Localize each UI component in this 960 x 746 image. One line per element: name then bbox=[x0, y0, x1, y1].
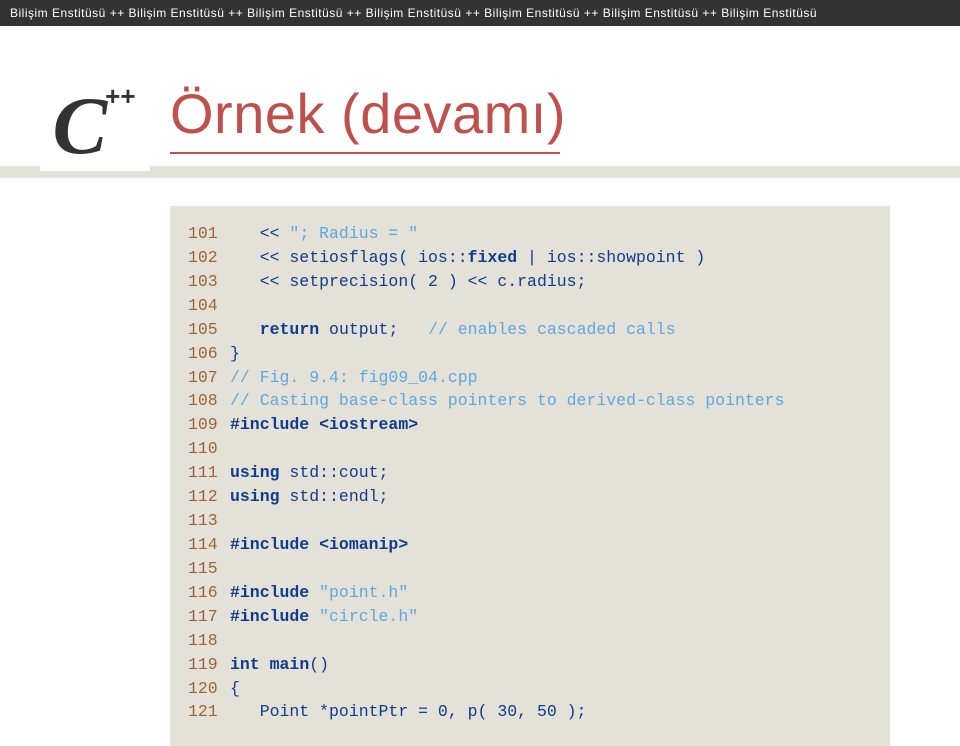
code-line: 111using std::cout; bbox=[188, 461, 872, 485]
code-line: 112using std::endl; bbox=[188, 485, 872, 509]
code-line: 120{ bbox=[188, 677, 872, 701]
line-number: 108 bbox=[188, 389, 230, 413]
code-segment: Point *pointPtr = 0, p( 30, 50 ); bbox=[230, 700, 586, 724]
line-number: 107 bbox=[188, 366, 230, 390]
code-segment: } bbox=[230, 342, 240, 366]
line-number: 105 bbox=[188, 318, 230, 342]
code-line: 108// Casting base-class pointers to der… bbox=[188, 389, 872, 413]
line-number: 113 bbox=[188, 509, 230, 533]
code-line: 103 << setprecision( 2 ) << c.radius; bbox=[188, 270, 872, 294]
logo-plusplus: ++ bbox=[105, 81, 135, 112]
code-segment: | ios::showpoint ) bbox=[517, 246, 705, 270]
code-segment: "; Radius = " bbox=[289, 222, 418, 246]
code-segment: main bbox=[270, 653, 310, 677]
code-line: 107// Fig. 9.4: fig09_04.cpp bbox=[188, 366, 872, 390]
code-segment: // Fig. 9.4: fig09_04.cpp bbox=[230, 366, 478, 390]
code-segment: output; bbox=[319, 318, 428, 342]
code-line: 121 Point *pointPtr = 0, p( 30, 50 ); bbox=[188, 700, 872, 724]
code-line: 118 bbox=[188, 629, 872, 653]
header-marquee: Bilişim Enstitüsü ++ Bilişim Enstitüsü +… bbox=[0, 0, 960, 26]
slide-title: Örnek (devamı) bbox=[170, 81, 670, 146]
title-underline bbox=[170, 152, 560, 154]
code-line: 119int main() bbox=[188, 653, 872, 677]
code-line: 115 bbox=[188, 557, 872, 581]
line-number: 110 bbox=[188, 437, 230, 461]
line-number: 106 bbox=[188, 342, 230, 366]
line-number: 104 bbox=[188, 294, 230, 318]
code-segment: fixed bbox=[468, 246, 518, 270]
line-number: 121 bbox=[188, 700, 230, 724]
code-segment: // enables cascaded calls bbox=[428, 318, 676, 342]
line-number: 114 bbox=[188, 533, 230, 557]
line-number: 117 bbox=[188, 605, 230, 629]
code-line: 106} bbox=[188, 342, 872, 366]
slide-title-box: Örnek (devamı) bbox=[170, 81, 670, 181]
line-number: 116 bbox=[188, 581, 230, 605]
line-number: 112 bbox=[188, 485, 230, 509]
code-segment: #include bbox=[230, 605, 319, 629]
code-segment: using bbox=[230, 485, 280, 509]
cpp-logo: C++ bbox=[40, 81, 150, 171]
code-line: 109#include <iostream> bbox=[188, 413, 872, 437]
code-line: 113 bbox=[188, 509, 872, 533]
line-number: 118 bbox=[188, 629, 230, 653]
code-line: 116#include "point.h" bbox=[188, 581, 872, 605]
line-number: 102 bbox=[188, 246, 230, 270]
line-number: 109 bbox=[188, 413, 230, 437]
code-segment: std::endl; bbox=[280, 485, 389, 509]
code-block: 101 << "; Radius = "102 << setiosflags( … bbox=[170, 206, 890, 746]
code-segment: #include bbox=[230, 581, 319, 605]
code-line: 101 << "; Radius = " bbox=[188, 222, 872, 246]
code-segment: // Casting base-class pointers to derive… bbox=[230, 389, 785, 413]
code-segment: return bbox=[260, 318, 319, 342]
code-segment: () bbox=[309, 653, 329, 677]
logo-c-letter: C bbox=[52, 85, 107, 167]
line-number: 103 bbox=[188, 270, 230, 294]
line-number: 111 bbox=[188, 461, 230, 485]
code-segment: << setprecision( 2 ) << c.radius; bbox=[230, 270, 586, 294]
code-line: 105 return output; // enables cascaded c… bbox=[188, 318, 872, 342]
code-line: 102 << setiosflags( ios::fixed | ios::sh… bbox=[188, 246, 872, 270]
code-segment: { bbox=[230, 677, 240, 701]
code-segment: int bbox=[230, 653, 260, 677]
code-segment: #include <iomanip> bbox=[230, 533, 408, 557]
code-line: 114#include <iomanip> bbox=[188, 533, 872, 557]
code-line: 110 bbox=[188, 437, 872, 461]
line-number: 120 bbox=[188, 677, 230, 701]
code-segment: using bbox=[230, 461, 280, 485]
code-segment bbox=[260, 653, 270, 677]
code-segment bbox=[230, 318, 260, 342]
code-segment: std::cout; bbox=[280, 461, 389, 485]
code-segment: #include <iostream> bbox=[230, 413, 418, 437]
line-number: 119 bbox=[188, 653, 230, 677]
line-number: 115 bbox=[188, 557, 230, 581]
code-segment: "circle.h" bbox=[319, 605, 418, 629]
page-body: C++ Örnek (devamı) 101 << "; Radius = "1… bbox=[0, 26, 960, 716]
code-segment: "point.h" bbox=[319, 581, 408, 605]
code-line: 104 bbox=[188, 294, 872, 318]
code-segment: << setiosflags( ios:: bbox=[230, 246, 468, 270]
code-line: 117#include "circle.h" bbox=[188, 605, 872, 629]
line-number: 101 bbox=[188, 222, 230, 246]
code-segment: << bbox=[230, 222, 289, 246]
